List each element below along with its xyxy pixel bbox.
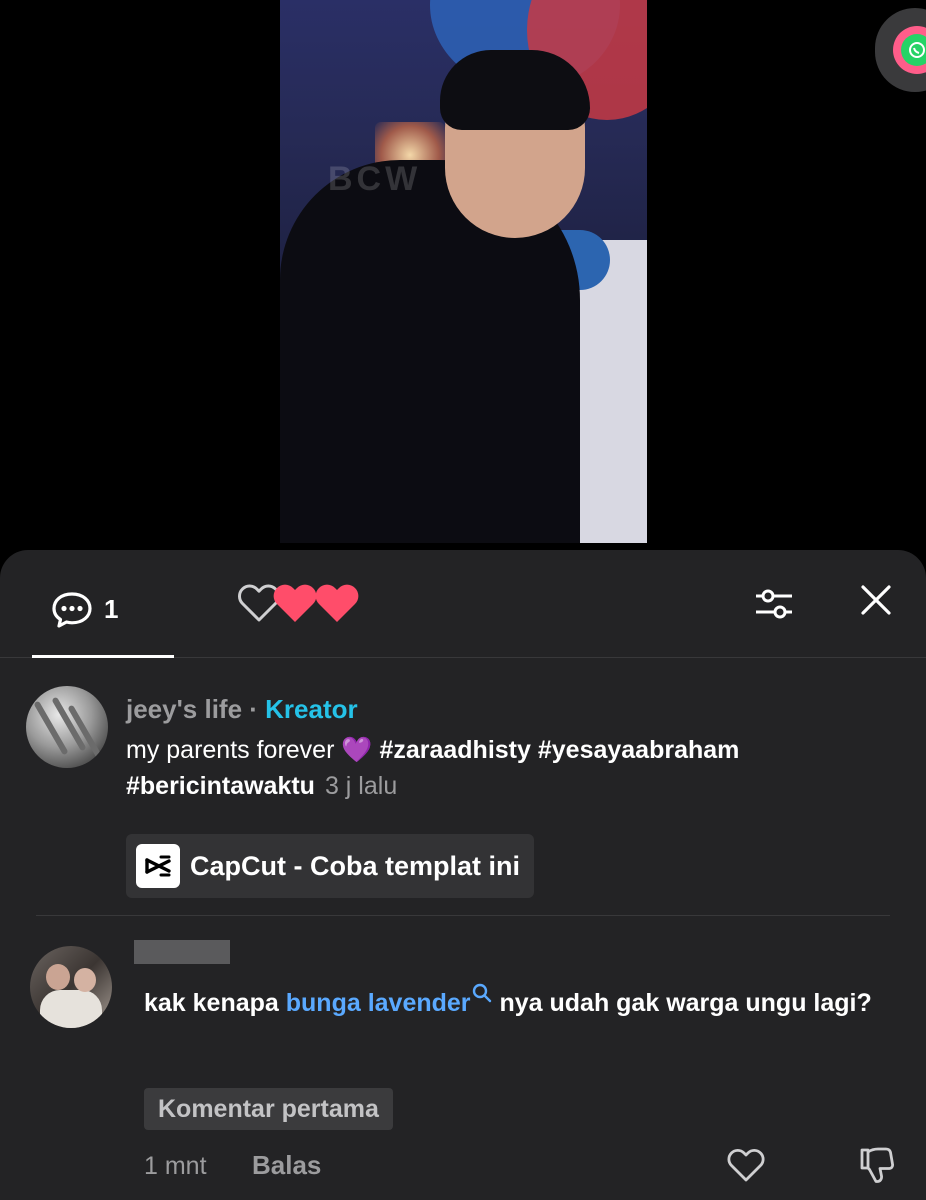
creator-post: jeey's life · Kreator my parents forever… <box>26 658 890 916</box>
heart-outline-icon <box>726 1148 766 1188</box>
comment-text-part: kak kenapa <box>144 989 286 1017</box>
filter-sliders-button[interactable] <box>752 582 796 626</box>
comments-sheet: 1 jeey's life · Kreator my parents forev… <box>0 550 926 1200</box>
reply-button[interactable]: Balas <box>252 1150 321 1181</box>
liked-by-avatars <box>273 580 362 631</box>
capcut-label: CapCut - Coba templat ini <box>190 850 520 881</box>
tab-comments[interactable]: 1 <box>32 580 174 658</box>
like-comment-button[interactable] <box>726 1146 766 1186</box>
creator-badge: Kreator <box>265 694 358 724</box>
hashtag-link[interactable]: #yesayaabraham <box>538 736 740 764</box>
search-icon <box>471 983 493 1017</box>
capcut-logo-icon <box>136 844 180 888</box>
thumbs-down-icon <box>856 1147 896 1190</box>
heart-filled-icon <box>312 580 362 631</box>
capcut-template-button[interactable]: CapCut - Coba templat ini <box>126 834 534 898</box>
post-caption: my parents forever 💜 #zaraadhisty #yesay… <box>126 732 846 804</box>
close-button[interactable] <box>856 580 896 620</box>
comment-text: kak kenapa bunga lavender nya udah gak w… <box>144 982 884 1025</box>
close-icon <box>856 585 896 624</box>
comment-bubble-icon <box>50 588 94 637</box>
video-watermark: BCW <box>328 160 422 198</box>
sliders-icon <box>752 589 796 630</box>
commenter-avatar[interactable] <box>30 946 112 1028</box>
search-link-text: bunga lavender <box>285 989 471 1017</box>
creator-username[interactable]: jeey's life <box>126 694 242 724</box>
caption-text: my parents forever 💜 <box>126 736 373 764</box>
hashtag-link[interactable]: #zaraadhisty <box>379 736 530 764</box>
creator-avatar[interactable] <box>26 686 108 768</box>
comment-count: 1 <box>104 594 119 624</box>
video-frame[interactable]: BCW <box>280 0 647 543</box>
comment-text-part: nya udah gak warga ungu lagi? <box>492 989 872 1017</box>
person-hair <box>440 50 590 130</box>
sheet-header: 1 <box>0 550 926 658</box>
post-meta: jeey's life · Kreator <box>126 694 358 725</box>
video-player[interactable]: BCW <box>0 0 926 560</box>
first-comment-badge: Komentar pertama <box>144 1088 393 1130</box>
search-link[interactable]: bunga lavender <box>285 983 493 1017</box>
comment-item: kak kenapa bunga lavender nya udah gak w… <box>0 916 926 1200</box>
whatsapp-icon <box>893 26 926 74</box>
post-timestamp: 3 j lalu <box>324 772 398 800</box>
commenter-username-redacted[interactable] <box>134 940 230 964</box>
tab-likes[interactable] <box>236 580 362 630</box>
comment-timestamp: 1 mnt <box>144 1152 207 1180</box>
hashtag-link[interactable]: #bericintawaktu <box>126 772 315 800</box>
dislike-comment-button[interactable] <box>856 1144 896 1184</box>
meta-separator: · <box>242 694 266 724</box>
